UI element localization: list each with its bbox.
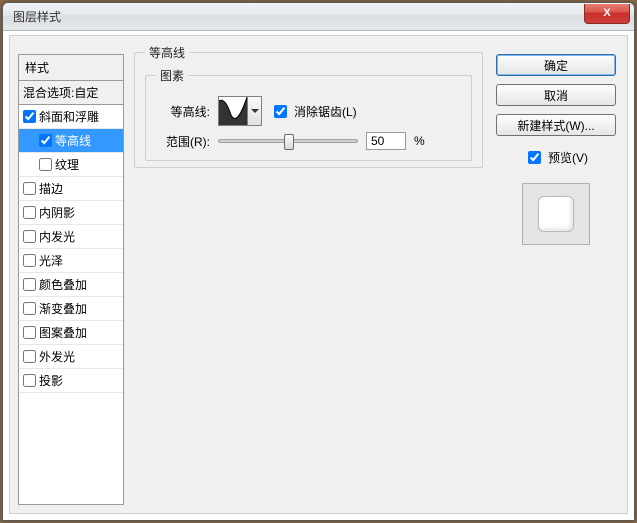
style-item-checkbox[interactable] [23, 302, 36, 315]
ok-button[interactable]: 确定 [496, 54, 616, 76]
style-item-checkbox[interactable] [39, 134, 52, 147]
styles-list: 样式 混合选项:自定 斜面和浮雕等高线纹理描边内阴影内发光光泽颜色叠加渐变叠加图… [18, 54, 124, 505]
contour-group: 等高线 图素 等高线: [134, 44, 483, 168]
preview-checkbox-wrap[interactable]: 预览(V) [524, 148, 588, 167]
preview-checkbox[interactable] [528, 151, 541, 164]
window-title: 图层样式 [13, 8, 61, 25]
style-item-5[interactable]: 内发光 [19, 225, 123, 249]
style-item-2[interactable]: 纹理 [19, 153, 123, 177]
styles-header: 样式 [19, 55, 123, 81]
ok-button-label: 确定 [544, 57, 568, 74]
style-item-label: 内发光 [39, 228, 75, 245]
style-item-label: 斜面和浮雕 [39, 108, 99, 125]
style-item-checkbox[interactable] [23, 110, 36, 123]
new-style-button-label: 新建样式(W)... [517, 117, 594, 134]
style-item-checkbox[interactable] [23, 326, 36, 339]
dialog-window: 图层样式 X 样式 混合选项:自定 斜面和浮雕等高线纹理描边内阴影内发光光泽颜色… [2, 2, 635, 521]
contour-label: 等高线: [156, 103, 210, 120]
elements-group-legend: 图素 [156, 67, 188, 84]
close-button[interactable]: X [584, 4, 630, 24]
style-item-8[interactable]: 渐变叠加 [19, 297, 123, 321]
elements-group: 图素 等高线: [145, 67, 472, 161]
range-slider-thumb[interactable] [284, 134, 294, 150]
style-item-checkbox[interactable] [23, 374, 36, 387]
style-item-7[interactable]: 颜色叠加 [19, 273, 123, 297]
style-item-label: 图案叠加 [39, 324, 87, 341]
blend-options-label: 混合选项:自定 [23, 84, 98, 101]
style-item-checkbox[interactable] [23, 206, 36, 219]
antialias-checkbox[interactable] [274, 105, 287, 118]
contour-picker[interactable] [218, 96, 248, 126]
range-input[interactable] [366, 132, 406, 150]
style-item-label: 描边 [39, 180, 63, 197]
contour-group-legend: 等高线 [145, 44, 189, 61]
style-item-label: 纹理 [55, 156, 79, 173]
preview-swatch [538, 196, 574, 232]
style-item-checkbox[interactable] [23, 182, 36, 195]
settings-panel: 等高线 图素 等高线: [134, 44, 483, 505]
style-item-checkbox[interactable] [23, 350, 36, 363]
style-item-label: 内阴影 [39, 204, 75, 221]
style-item-0[interactable]: 斜面和浮雕 [19, 105, 123, 129]
style-item-11[interactable]: 投影 [19, 369, 123, 393]
style-item-label: 光泽 [39, 252, 63, 269]
style-item-label: 颜色叠加 [39, 276, 87, 293]
preview-box [522, 183, 590, 245]
range-unit: % [414, 134, 425, 148]
style-item-1[interactable]: 等高线 [19, 129, 123, 153]
antialias-label: 消除锯齿(L) [294, 103, 357, 120]
preview-label: 预览(V) [548, 149, 588, 166]
style-item-label: 投影 [39, 372, 63, 389]
titlebar[interactable]: 图层样式 X [3, 3, 634, 31]
style-item-4[interactable]: 内阴影 [19, 201, 123, 225]
cancel-button[interactable]: 取消 [496, 84, 616, 106]
style-item-checkbox[interactable] [39, 158, 52, 171]
right-buttons: 确定 取消 新建样式(W)... 预览(V) [493, 54, 619, 245]
cancel-button-label: 取消 [544, 87, 568, 104]
style-item-label: 外发光 [39, 348, 75, 365]
antialias-checkbox-wrap[interactable]: 消除锯齿(L) [270, 102, 357, 121]
range-slider[interactable] [218, 139, 358, 143]
style-item-9[interactable]: 图案叠加 [19, 321, 123, 345]
style-item-checkbox[interactable] [23, 230, 36, 243]
contour-dropdown-button[interactable] [248, 96, 262, 126]
style-item-6[interactable]: 光泽 [19, 249, 123, 273]
style-item-checkbox[interactable] [23, 278, 36, 291]
range-label: 范围(R): [156, 133, 210, 150]
style-item-10[interactable]: 外发光 [19, 345, 123, 369]
new-style-button[interactable]: 新建样式(W)... [496, 114, 616, 136]
client-area: 样式 混合选项:自定 斜面和浮雕等高线纹理描边内阴影内发光光泽颜色叠加渐变叠加图… [9, 35, 628, 514]
style-item-checkbox[interactable] [23, 254, 36, 267]
style-item-label: 渐变叠加 [39, 300, 87, 317]
blend-options-row[interactable]: 混合选项:自定 [19, 81, 123, 105]
style-item-label: 等高线 [55, 132, 91, 149]
style-item-3[interactable]: 描边 [19, 177, 123, 201]
